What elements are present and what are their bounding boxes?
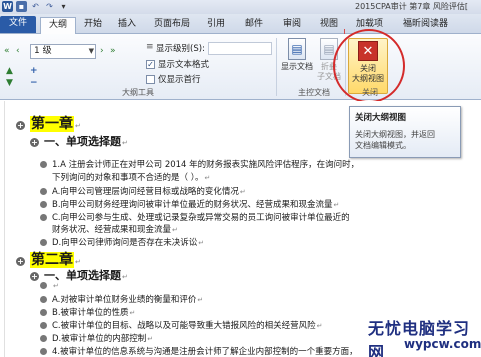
bullet-icon bbox=[40, 201, 47, 208]
show-level-label: 显示级别(S): bbox=[156, 44, 205, 54]
bullet-icon bbox=[40, 335, 47, 342]
tab-home[interactable]: 开始 bbox=[80, 17, 106, 34]
bullet-icon bbox=[40, 348, 47, 355]
show-level-select[interactable] bbox=[208, 42, 272, 55]
group-label-master-document: 主控文档 bbox=[298, 88, 330, 97]
subdocument-icon: ▤ bbox=[320, 38, 338, 60]
chevron-down-icon: ▼ bbox=[88, 47, 94, 55]
list-item[interactable]: D.被审计单位的内部控制↵ bbox=[40, 332, 153, 344]
group-label-close: 关闭 bbox=[362, 88, 378, 97]
tab-addins[interactable]: 加载项 bbox=[352, 17, 387, 34]
show-text-format-checkbox[interactable]: ✓ 显示文本格式 bbox=[146, 58, 209, 70]
group-divider bbox=[276, 38, 277, 96]
demote-icon[interactable]: › bbox=[100, 46, 104, 56]
customize-qat-icon[interactable]: ▾ bbox=[58, 1, 69, 12]
margin-line bbox=[4, 101, 5, 357]
tab-mailings[interactable]: 邮件 bbox=[241, 17, 267, 34]
ribbon-outline: « ‹ 1 级 ▼ › » ▲ ▼ + − ≡ 显示级别(S): ✓ 显示文本格式… bbox=[0, 34, 481, 100]
list-item-continuation[interactable]: 财务状况、经营成果和现金流量↵ bbox=[52, 223, 178, 235]
collapse-subdocuments-button[interactable]: ▤ 折叠 子文档 bbox=[316, 38, 342, 82]
show-level-icon: ≡ bbox=[146, 42, 154, 52]
undo-icon[interactable]: ↶ bbox=[30, 1, 41, 12]
bullet-icon bbox=[40, 322, 47, 329]
outline-level-value: 1 级 bbox=[34, 46, 52, 56]
list-item[interactable]: D.向甲公司律师询问是否存在未决诉讼↵ bbox=[40, 236, 204, 248]
close-icon: ✕ bbox=[358, 41, 378, 61]
bullet-icon bbox=[40, 282, 47, 289]
watermark-url: wypcw.com bbox=[404, 337, 481, 351]
expand-plus-icon: + bbox=[30, 272, 39, 281]
expand-plus-icon: + bbox=[16, 121, 25, 130]
list-item[interactable]: 1.A 注册会计师正在对甲公司 2014 年的财务报表实施风险评估程序，在询问时… bbox=[40, 158, 359, 170]
tab-insert[interactable]: 插入 bbox=[114, 17, 140, 34]
collapse-icon[interactable]: − bbox=[30, 78, 38, 88]
tab-page-layout[interactable]: 页面布局 bbox=[150, 17, 194, 34]
tab-references[interactable]: 引用 bbox=[203, 17, 229, 34]
tab-review[interactable]: 审阅 bbox=[279, 17, 305, 34]
outline-heading-1[interactable]: + 第一章 ↵ bbox=[16, 113, 81, 133]
list-item-continuation[interactable]: 下列询问的对象和事项不合适的是（ ）。↵ bbox=[52, 171, 210, 183]
bullet-icon bbox=[40, 239, 47, 246]
show-document-button[interactable]: ▤ 显示文档 bbox=[280, 38, 314, 72]
tab-file[interactable]: 文件 bbox=[0, 16, 36, 33]
expand-plus-icon: + bbox=[16, 257, 25, 266]
tooltip-title: 关闭大纲视图 bbox=[355, 113, 407, 123]
list-item[interactable]: B.被审计单位的性质↵ bbox=[40, 306, 135, 318]
window-title: 2015CPA审计 第7章 风险评估[ bbox=[355, 2, 469, 11]
checkbox-icon bbox=[146, 75, 155, 84]
tab-foxit-reader[interactable]: 福昕阅读器 bbox=[399, 17, 452, 34]
move-up-icon[interactable]: ▲ bbox=[6, 66, 13, 76]
document-icon: ▤ bbox=[288, 38, 306, 60]
ribbon-tabs: 文件 大纲 开始 插入 页面布局 引用 邮件 审阅 视图 加载项 福昕阅读器 bbox=[0, 14, 481, 43]
move-down-icon[interactable]: ▼ bbox=[6, 78, 13, 88]
list-item[interactable]: B.向甲公司财务经理询问被审计单位最近的财务状况、经营成果和现金流量↵ bbox=[40, 198, 339, 210]
save-icon[interactable]: ▪ bbox=[16, 1, 27, 12]
close-outline-tooltip: 关闭大纲视图 关闭大纲视图，并返回 文档编辑模式。 bbox=[349, 106, 461, 158]
bullet-icon bbox=[40, 309, 47, 316]
outline-level-select[interactable]: 1 级 ▼ bbox=[30, 44, 96, 59]
group-divider bbox=[345, 38, 346, 96]
outline-heading-2[interactable]: + 一、单项选择题↵ bbox=[30, 133, 128, 149]
expand-icon[interactable]: + bbox=[30, 66, 38, 76]
tooltip-description: 关闭大纲视图，并返回 文档编辑模式。 bbox=[355, 130, 435, 150]
checkbox-checked-icon: ✓ bbox=[146, 60, 155, 69]
tab-view[interactable]: 视图 bbox=[316, 17, 342, 34]
outline-heading-1[interactable]: + 第二章 ↵ bbox=[16, 249, 81, 269]
demote-to-body-icon[interactable]: » bbox=[110, 46, 116, 56]
bullet-icon bbox=[40, 296, 47, 303]
redo-icon[interactable]: ↷ bbox=[44, 1, 55, 12]
expand-plus-icon: + bbox=[30, 138, 39, 147]
bullet-icon bbox=[40, 188, 47, 195]
list-item[interactable]: C.向甲公司参与生成、处理或记录复杂或异常交易的员工询问被审计单位最近的 bbox=[40, 211, 350, 223]
word-app-icon[interactable]: W bbox=[2, 1, 13, 12]
bullet-icon bbox=[40, 214, 47, 221]
close-outline-view-button[interactable]: ✕ 关闭 大纲视图 bbox=[348, 38, 388, 94]
promote-to-heading1-icon[interactable]: « bbox=[4, 46, 10, 56]
list-item[interactable]: A.对被审计单位财务业绩的衡量和评价↵ bbox=[40, 293, 203, 305]
list-item[interactable]: ↵ bbox=[40, 281, 59, 291]
tab-outline[interactable]: 大纲 bbox=[40, 17, 76, 34]
bullet-icon bbox=[40, 161, 47, 168]
first-line-only-checkbox[interactable]: 仅显示首行 bbox=[146, 73, 201, 85]
group-label-outline-tools: 大纲工具 bbox=[122, 88, 154, 97]
list-item[interactable]: 4.被审计单位的信息系统与沟通是注册会计师了解企业内部控制的一个重要方面， bbox=[40, 345, 358, 357]
quick-access-toolbar: W ▪ ↶ ↷ ▾ bbox=[2, 1, 69, 12]
title-bar: W ▪ ↶ ↷ ▾ 2015CPA审计 第7章 风险评估[ bbox=[0, 0, 481, 14]
list-item[interactable]: A.向甲公司管理层询问经营目标或战略的变化情况↵ bbox=[40, 185, 246, 197]
list-item[interactable]: C.被审计单位的目标、战略以及可能导致重大错报风险的相关经营风险↵ bbox=[40, 319, 323, 331]
promote-icon[interactable]: ‹ bbox=[16, 46, 20, 56]
